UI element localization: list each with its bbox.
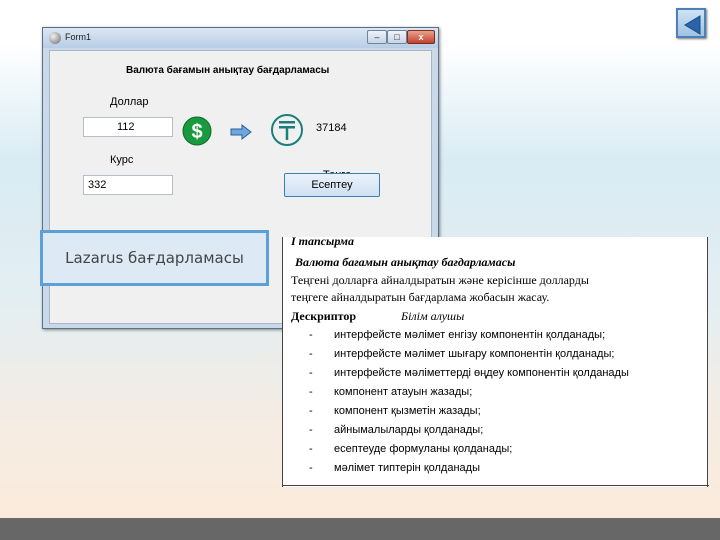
list-item: - компонент қызметін жазады; [309, 405, 481, 417]
list-item: - компонент атауын жазады; [309, 386, 473, 398]
tenge-icon [271, 114, 303, 146]
triangle-left-icon [684, 15, 701, 35]
dollar-label: Доллар [110, 96, 149, 108]
descriptor-label: Дескриптор [291, 309, 357, 323]
app-icon [49, 32, 61, 44]
descriptor-list: - интерфейсте мәлімет енгізу компонентін … [309, 329, 629, 481]
list-item: - есептеуде формуланы қолданады; [309, 443, 513, 455]
calculate-button[interactable]: Есептеу [284, 173, 380, 197]
list-item: - интерфейсте мәлімет енгізу компонентін … [309, 329, 606, 341]
list-item-text: интерфейсте мәліметтерді өңдеу компонент… [334, 367, 629, 379]
list-item-text: айнымалыларды қолданады; [334, 424, 484, 436]
list-item-text: есептеуде формуланы қолданады; [334, 443, 513, 455]
list-item: - интерфейсте мәліметтерді өңдеу компонен… [309, 367, 629, 379]
task-title: Валюта бағамын анықтау бағдарламасы [295, 255, 516, 269]
list-item: - интерфейсте мәлімет шығару компонентін … [309, 348, 615, 360]
dollar-input[interactable] [83, 117, 173, 137]
result-value: 37184 [316, 122, 347, 134]
title-bar[interactable]: Form1 – □ x [43, 28, 438, 48]
close-button[interactable]: x [407, 30, 435, 44]
list-item-text: компонент қызметін жазады; [334, 405, 481, 417]
list-item-text: интерфейсте мәлімет шығару компонентін қ… [334, 348, 615, 360]
right-arrow-icon [230, 124, 252, 140]
task-paragraph-2: теңгеге айналдыратын бағдарлама жобасын … [291, 290, 550, 304]
list-item: - мәлімет типтерін қолданады [309, 462, 480, 474]
maximize-button[interactable]: □ [387, 30, 407, 44]
kurs-input[interactable] [83, 175, 173, 195]
list-item-text: мәлімет типтерін қолданады [334, 462, 480, 474]
list-item: - айнымалыларды қолданады; [309, 424, 484, 436]
task-paragraph-1: Теңгені долларға айналдыратын және керіс… [291, 273, 589, 287]
document-bottom-border [283, 485, 709, 486]
kurs-label: Курс [110, 154, 134, 166]
lazarus-caption: Lazarus бағдарламасы [40, 230, 269, 286]
form-heading: Валюта бағамын анықтау бағдарламасы [126, 65, 330, 76]
svg-text:$: $ [191, 121, 202, 143]
learner-label: Білім алушы [401, 309, 465, 323]
window-title: Form1 [65, 32, 92, 42]
list-item-text: интерфейсте мәлімет енгізу компонентін қ… [334, 329, 606, 341]
back-button[interactable] [676, 8, 706, 38]
minimize-button[interactable]: – [367, 30, 387, 44]
footer-bar [0, 518, 720, 540]
task-document: I тапсырма Валюта бағамын анықтау бағдар… [282, 234, 709, 487]
list-item-text: компонент атауын жазады; [334, 386, 473, 398]
dollar-coin-icon: $ [182, 116, 212, 146]
task-heading: I тапсырма [291, 234, 354, 248]
